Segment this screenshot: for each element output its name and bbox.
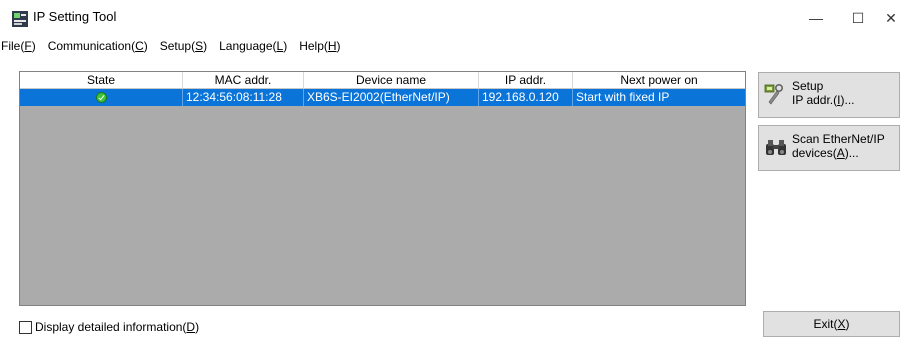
menu-bar: File(F) Communication(C) Setup(S) Langua… (0, 37, 347, 55)
column-header-device-name[interactable]: Device name (304, 72, 479, 88)
network-wrench-icon (764, 83, 784, 105)
setup-line1: Setup (792, 79, 824, 93)
column-header-state[interactable]: State (20, 72, 183, 88)
scan-line1: Scan EtherNet/IP (792, 132, 885, 146)
window-title: IP Setting Tool (33, 9, 117, 24)
menu-communication[interactable]: Communication(C) (42, 39, 154, 53)
close-button[interactable]: ✕ (880, 4, 902, 32)
column-header-mac[interactable]: MAC addr. (183, 72, 304, 88)
binoculars-icon (766, 140, 786, 155)
menu-setup[interactable]: Setup(S) (154, 39, 213, 53)
app-icon (12, 11, 28, 27)
column-header-ip[interactable]: IP addr. (479, 72, 573, 88)
list-header: State MAC addr. Device name IP addr. Nex… (20, 72, 745, 89)
menu-help[interactable]: Help(H) (293, 39, 346, 53)
exit-button[interactable]: Exit(X) (763, 311, 900, 337)
menu-file[interactable]: File(F) (0, 39, 42, 53)
next-power-on-cell: Start with fixed IP (576, 90, 670, 104)
scan-devices-button[interactable]: Scan EtherNet/IP devices(A)... (758, 125, 900, 171)
ip-cell: 192.168.0.120 (479, 89, 573, 106)
scan-line2: devices(A)... (792, 146, 859, 160)
setup-line2: IP addr.(I)... (792, 93, 855, 107)
status-ok-icon (95, 92, 107, 103)
device-name-cell: XB6S-EI2002(EtherNet/IP) (304, 89, 479, 106)
detail-info-checkbox[interactable]: Display detailed information(D) (19, 320, 199, 334)
table-row[interactable]: 12:34:56:08:11:28 XB6S-EI2002(EtherNet/I… (20, 89, 745, 106)
checkbox-label: Display detailed information(D) (35, 320, 200, 334)
checkbox-box[interactable] (19, 320, 32, 334)
column-header-next-power-on[interactable]: Next power on (573, 72, 745, 88)
mac-cell: 12:34:56:08:11:28 (183, 89, 304, 106)
title-bar: IP Setting Tool — ☐ ✕ (0, 0, 902, 36)
setup-ip-button[interactable]: Setup IP addr.(I)... (758, 72, 900, 118)
device-list[interactable]: State MAC addr. Device name IP addr. Nex… (19, 71, 746, 306)
minimize-button[interactable]: — (796, 4, 836, 32)
maximize-button[interactable]: ☐ (838, 4, 878, 32)
state-cell (20, 89, 183, 106)
menu-language[interactable]: Language(L) (213, 39, 293, 53)
